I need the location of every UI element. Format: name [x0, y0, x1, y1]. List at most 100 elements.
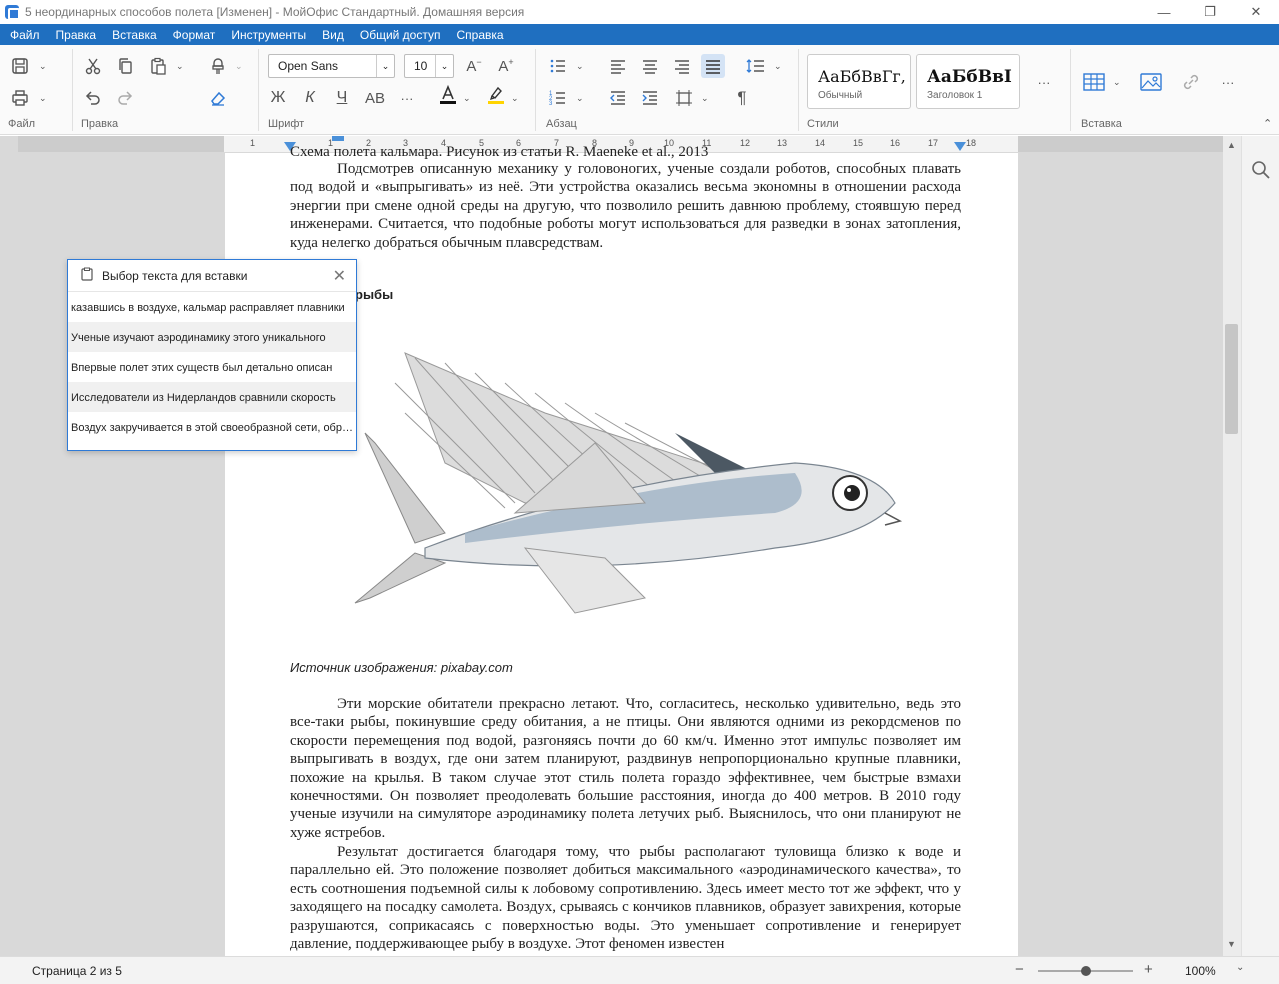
underline-button[interactable]: Ч	[330, 86, 354, 110]
more-font-options-button[interactable]: ···	[395, 86, 419, 110]
group-label-edit: Правка	[81, 118, 119, 130]
menu-help[interactable]: Справка	[448, 28, 511, 42]
svg-text:3: 3	[549, 101, 553, 107]
paragraph-robots: Подсмотрев описанную механику у головоно…	[290, 161, 961, 251]
undo-icon[interactable]	[81, 86, 105, 110]
zoom-slider[interactable]	[1038, 966, 1133, 976]
font-family-value: Open Sans	[278, 59, 339, 73]
format-painter-dropdown-icon[interactable]: ⌄	[235, 61, 243, 72]
paragraph-spacing-dropdown-icon[interactable]: ⌄	[701, 93, 709, 104]
close-window-button[interactable]: ✕	[1233, 0, 1279, 24]
right-sidebar	[1241, 136, 1279, 956]
paste-option-1[interactable]: казавшись в воздухе, кальмар расправляет…	[68, 292, 356, 322]
cut-icon[interactable]	[81, 54, 105, 78]
zoom-out-button[interactable]: −	[1015, 961, 1024, 978]
numbered-list-dropdown-icon[interactable]: ⌄	[576, 93, 584, 104]
show-formatting-button[interactable]: ¶	[730, 86, 754, 110]
table-dropdown-icon[interactable]: ⌄	[1113, 77, 1121, 88]
search-icon[interactable]	[1251, 160, 1271, 183]
menu-insert[interactable]: Вставка	[104, 28, 165, 42]
paste-option-2[interactable]: Ученые изучают аэродинамику этого уникал…	[68, 322, 356, 352]
zoom-in-button[interactable]: +	[1144, 961, 1153, 978]
scroll-up-icon[interactable]: ▲	[1227, 140, 1236, 150]
paragraph-result: Результат достигается благодаря тому, чт…	[290, 844, 961, 953]
copy-icon[interactable]	[113, 54, 137, 78]
style-heading1-sample: АаБбВвI	[927, 67, 1012, 87]
redo-icon[interactable]	[113, 86, 137, 110]
align-left-icon[interactable]	[606, 54, 630, 78]
bullet-list-icon[interactable]	[546, 54, 570, 78]
zoom-level[interactable]: 100%	[1185, 964, 1216, 978]
paste-option-4[interactable]: Исследователи из Нидерландов сравнили ск…	[68, 382, 356, 412]
italic-button[interactable]: К	[298, 86, 322, 110]
style-heading1-card[interactable]: АаБбВвI Заголовок 1	[916, 54, 1020, 109]
more-insert-button[interactable]: ···	[1216, 70, 1240, 94]
menu-format[interactable]: Формат	[165, 28, 224, 42]
caps-button[interactable]: АВ	[363, 86, 387, 110]
highlight-icon[interactable]	[484, 83, 508, 107]
zoom-slider-knob[interactable]	[1080, 966, 1091, 976]
align-justify-icon[interactable]	[701, 54, 725, 78]
line-spacing-icon[interactable]	[744, 54, 768, 78]
paste-icon[interactable]	[146, 54, 170, 78]
style-normal-card[interactable]: АаБбВвГг, Обычный	[807, 54, 911, 109]
collapse-ribbon-icon[interactable]: ⌃	[1263, 117, 1272, 130]
scrollbar-thumb[interactable]	[1225, 324, 1238, 434]
font-size-dropdown-icon[interactable]: ⌄	[435, 55, 453, 77]
menu-edit[interactable]: Правка	[48, 28, 105, 42]
print-icon[interactable]	[8, 86, 32, 110]
decrease-font-icon[interactable]: A−	[462, 54, 486, 78]
save-icon[interactable]	[8, 54, 32, 78]
paragraph-spacing-icon[interactable]	[672, 86, 696, 110]
highlight-dropdown-icon[interactable]: ⌄	[511, 93, 519, 104]
window-title: 5 неординарных способов полета [Изменен]…	[25, 5, 525, 19]
link-icon[interactable]	[1179, 70, 1203, 94]
close-icon[interactable]: ✕	[333, 266, 346, 286]
numbered-list-icon[interactable]: 123	[546, 86, 570, 110]
first-line-indent-marker[interactable]	[332, 136, 344, 142]
decrease-indent-icon[interactable]	[606, 86, 630, 110]
menu-tools[interactable]: Инструменты	[223, 28, 314, 42]
increase-font-icon[interactable]: A+	[494, 54, 518, 78]
font-family-select[interactable]: Open Sans ⌄	[268, 54, 395, 78]
line-spacing-dropdown-icon[interactable]: ⌄	[774, 61, 782, 72]
align-right-icon[interactable]	[670, 54, 694, 78]
clear-format-icon[interactable]	[206, 86, 230, 110]
popup-title: Выбор текста для вставки	[102, 268, 248, 283]
menu-sharing[interactable]: Общий доступ	[352, 28, 449, 42]
scroll-down-icon[interactable]: ▼	[1227, 939, 1236, 949]
image-source-caption: Источник изображения: pixabay.com	[290, 660, 513, 675]
zoom-dropdown-icon[interactable]: ⌄	[1236, 962, 1244, 973]
group-label-styles: Стили	[807, 118, 839, 130]
print-dropdown-icon[interactable]: ⌄	[39, 93, 47, 104]
paste-dropdown-icon[interactable]: ⌄	[176, 61, 184, 72]
section-heading: рыбы	[355, 287, 394, 302]
group-label-insert: Вставка	[1081, 118, 1122, 130]
increase-indent-icon[interactable]	[638, 86, 662, 110]
font-family-dropdown-icon[interactable]: ⌄	[376, 55, 394, 77]
menu-file[interactable]: Файл	[2, 28, 48, 42]
group-label-file: Файл	[8, 118, 36, 130]
paste-option-5[interactable]: Воздух закручивается в этой своеобразной…	[68, 412, 356, 442]
clipboard-icon	[80, 267, 94, 284]
minimize-button[interactable]: —	[1141, 0, 1187, 24]
menu-view[interactable]: Вид	[314, 28, 352, 42]
paste-option-3[interactable]: Впервые полет этих существ был детально …	[68, 352, 356, 382]
flying-fish-image	[354, 352, 903, 614]
title-bar: 5 неординарных способов полета [Изменен]…	[0, 0, 1279, 24]
save-dropdown-icon[interactable]: ⌄	[39, 61, 47, 72]
image-icon[interactable]	[1139, 70, 1163, 94]
bullet-list-dropdown-icon[interactable]: ⌄	[576, 61, 584, 72]
status-bar: Страница 2 из 5 − + 100% ⌄	[0, 956, 1279, 984]
align-center-icon[interactable]	[638, 54, 662, 78]
more-styles-button[interactable]: ···	[1032, 70, 1056, 94]
font-color-dropdown-icon[interactable]: ⌄	[463, 93, 471, 104]
format-painter-icon[interactable]	[206, 54, 230, 78]
ribbon-toolbar: ⌄ ⌄ Файл ⌄ ⌄ Правка Open Sans ⌄ 10 ⌄ A− …	[0, 45, 1279, 135]
font-color-icon[interactable]	[436, 83, 460, 107]
table-icon[interactable]	[1082, 70, 1106, 94]
restore-button[interactable]: ❐	[1187, 0, 1233, 24]
vertical-scrollbar[interactable]: ▲ ▼	[1223, 136, 1241, 956]
bold-button[interactable]: Ж	[266, 86, 290, 110]
font-size-select[interactable]: 10 ⌄	[404, 54, 454, 78]
